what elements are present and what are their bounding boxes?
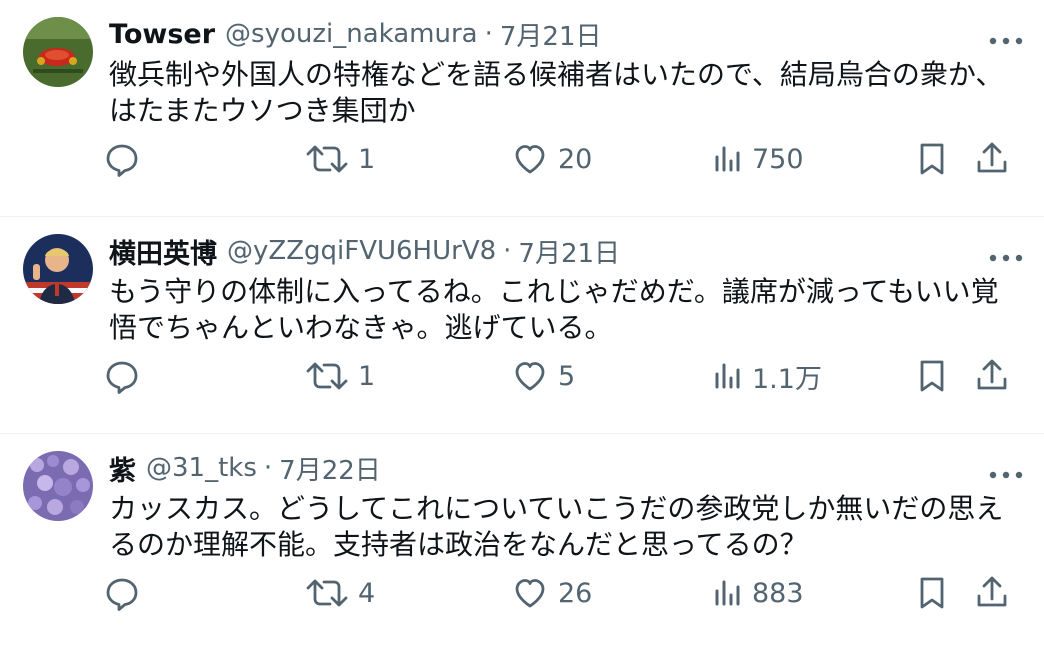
bookmark-button[interactable]: [910, 571, 954, 615]
separator-dot: ·: [263, 453, 273, 483]
share-icon: [977, 576, 1007, 607]
separator-dot: ·: [503, 236, 512, 266]
view-count: 1.1万: [752, 363, 822, 395]
tweet[interactable]: 横田英博 @yZZgqiFVU6HUrV8 · 7月21日 もう守りの体制に入っ…: [0, 217, 1044, 434]
repost-icon: [306, 362, 348, 390]
tweet-header: 紫 @31_tks · 7月22日: [109, 449, 381, 487]
view-count: 750: [752, 143, 804, 175]
bookmark-button[interactable]: [910, 137, 954, 181]
repost-button[interactable]: 1: [302, 354, 375, 398]
bookmark-icon: [920, 577, 944, 609]
more-icon[interactable]: [984, 460, 1028, 490]
post-date[interactable]: 7月21日: [518, 233, 620, 270]
repost-count: 4: [358, 577, 376, 609]
share-button[interactable]: [970, 137, 1014, 181]
tweet[interactable]: Towser @syouzi_nakamura · 7月21日 徴兵制や外国人の…: [0, 0, 1044, 217]
share-button[interactable]: [970, 354, 1014, 398]
like-button[interactable]: 20: [508, 137, 592, 181]
avatar[interactable]: [23, 234, 93, 304]
action-bar: 4 26 883: [100, 571, 1034, 615]
display-name[interactable]: 紫: [109, 449, 136, 488]
views-icon: [715, 146, 740, 172]
heart-icon: [515, 145, 545, 174]
post-date[interactable]: 7月22日: [279, 450, 381, 487]
avatar[interactable]: [23, 451, 93, 521]
avatar[interactable]: [23, 17, 93, 87]
reply-icon: [106, 144, 138, 177]
reply-button[interactable]: [100, 354, 144, 398]
like-count: 26: [558, 577, 593, 609]
tweet-text: もう守りの体制に入ってるね。これじゃだめだ。議席が減ってもいい覚悟でちゃんといわ…: [109, 275, 999, 344]
action-bar: 1 20 750: [100, 137, 1034, 181]
share-button[interactable]: [970, 571, 1014, 615]
more-icon[interactable]: [984, 26, 1028, 56]
like-count: 20: [558, 143, 593, 175]
like-button[interactable]: 5: [508, 354, 575, 398]
share-icon: [977, 359, 1007, 390]
heart-icon: [515, 362, 545, 391]
like-count: 5: [558, 360, 576, 392]
views-button[interactable]: 883: [710, 571, 804, 615]
heart-icon: [515, 579, 545, 608]
reply-button[interactable]: [100, 571, 144, 615]
repost-count: 1: [358, 143, 376, 175]
post-date[interactable]: 7月21日: [500, 16, 602, 53]
bookmark-icon: [920, 143, 944, 175]
user-handle[interactable]: @yZZgqiFVU6HUrV8: [227, 236, 496, 266]
like-button[interactable]: 26: [508, 571, 592, 615]
repost-button[interactable]: 1: [302, 137, 375, 181]
reply-button[interactable]: [100, 137, 144, 181]
repost-icon: [306, 579, 348, 607]
share-icon: [977, 142, 1007, 173]
views-button[interactable]: 1.1万: [710, 354, 822, 398]
bookmark-icon: [920, 360, 944, 392]
user-handle[interactable]: @syouzi_nakamura: [225, 19, 478, 49]
tweet-text: 徴兵制や外国人の特権などを語る候補者はいたので、結局烏合の衆か、はたまたウソつき…: [109, 58, 1004, 127]
tweet-header: 横田英博 @yZZgqiFVU6HUrV8 · 7月21日: [109, 232, 620, 270]
display-name[interactable]: 横田英博: [109, 232, 217, 271]
bookmark-button[interactable]: [910, 354, 954, 398]
user-handle[interactable]: @31_tks: [146, 453, 257, 483]
reply-timeline: Towser @syouzi_nakamura · 7月21日 徴兵制や外国人の…: [0, 0, 1044, 652]
display-name[interactable]: Towser: [109, 19, 215, 50]
tweet-text: カッスカス。どうしてこれについていこうだの参政党しか無いだの思えるのか理解不能。…: [109, 492, 1004, 561]
views-button[interactable]: 750: [710, 137, 804, 181]
repost-count: 1: [358, 360, 376, 392]
repost-button[interactable]: 4: [302, 571, 375, 615]
separator-dot: ·: [484, 19, 493, 49]
reply-icon: [106, 361, 138, 394]
repost-icon: [306, 145, 348, 173]
views-icon: [715, 363, 740, 389]
more-icon[interactable]: [984, 243, 1028, 273]
view-count: 883: [752, 577, 804, 609]
action-bar: 1 5 1.1万: [100, 354, 1034, 398]
tweet-header: Towser @syouzi_nakamura · 7月21日: [109, 15, 602, 53]
reply-icon: [106, 578, 138, 611]
views-icon: [715, 580, 740, 606]
tweet[interactable]: 紫 @31_tks · 7月22日 カッスカス。どうしてこれについていこうだの参…: [0, 434, 1044, 651]
